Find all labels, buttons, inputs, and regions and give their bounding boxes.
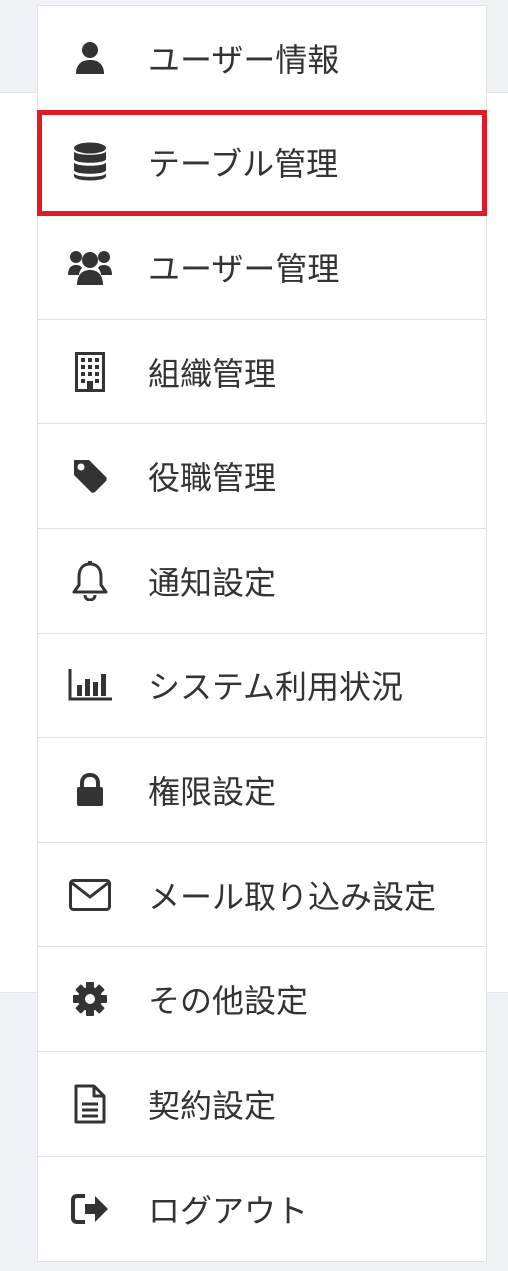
menu-item-notification-settings[interactable]: 通知設定 <box>38 529 486 634</box>
menu-item-label: 契約設定 <box>148 1086 277 1125</box>
menu-item-label: 役職管理 <box>148 459 277 498</box>
menu-item-label: テーブル管理 <box>148 145 339 184</box>
lock-icon <box>67 767 113 813</box>
menu-item-table-management[interactable]: テーブル管理 <box>37 109 487 217</box>
menu-item-organization-management[interactable]: 組織管理 <box>38 320 486 425</box>
menu-item-user-management[interactable]: ユーザー管理 <box>38 215 486 320</box>
menu-item-label: ユーザー情報 <box>148 40 340 79</box>
menu-item-label: ユーザー管理 <box>148 249 340 288</box>
menu-item-user-info[interactable]: ユーザー情報 <box>38 6 486 111</box>
menu-item-label: 権限設定 <box>148 772 277 811</box>
tag-icon <box>67 453 113 499</box>
user-icon <box>67 35 113 81</box>
menu-item-position-management[interactable]: 役職管理 <box>38 424 486 529</box>
envelope-icon <box>67 872 113 918</box>
bar-chart-icon <box>67 662 113 708</box>
menu-item-label: ログアウト <box>148 1191 309 1230</box>
menu-item-label: システム利用状況 <box>148 668 404 707</box>
menu-item-label: メール取り込み設定 <box>148 877 437 916</box>
menu-item-permission-settings[interactable]: 権限設定 <box>38 738 486 843</box>
sign-out-icon <box>67 1186 113 1232</box>
menu-item-other-settings[interactable]: その他設定 <box>38 947 486 1052</box>
database-icon <box>67 139 113 185</box>
menu-item-label: 通知設定 <box>148 563 277 602</box>
building-icon <box>67 349 113 395</box>
bell-icon <box>67 558 113 604</box>
menu-item-system-usage[interactable]: システム利用状況 <box>38 634 486 739</box>
menu-item-logout[interactable]: ログアウト <box>38 1157 486 1262</box>
menu-item-label: その他設定 <box>148 982 309 1021</box>
document-icon <box>67 1081 113 1127</box>
menu-item-mail-import-settings[interactable]: メール取り込み設定 <box>38 843 486 948</box>
gear-icon <box>67 976 113 1022</box>
menu-item-label: 組織管理 <box>148 354 277 393</box>
settings-menu: ユーザー情報 テーブル管理 ユーザー管理 組織管理 役職管理 通知設定 システム… <box>37 5 487 1263</box>
users-icon <box>67 244 113 290</box>
menu-item-contract-settings[interactable]: 契約設定 <box>38 1052 486 1157</box>
